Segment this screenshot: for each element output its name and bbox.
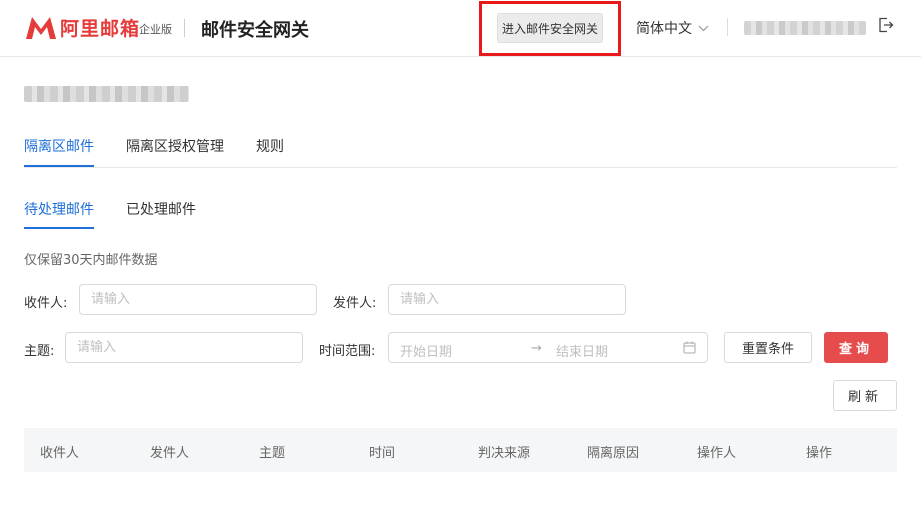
tab-quarantine-authorization[interactable]: 隔离区授权管理 [126, 136, 224, 156]
tab-pending-mail[interactable]: 待处理邮件 [24, 199, 94, 219]
tab-rules[interactable]: 规则 [256, 136, 284, 156]
query-button[interactable]: 查询 [824, 332, 888, 363]
domain-name-redacted [24, 86, 189, 102]
column-header-quarantine-reason: 隔离原因 [587, 446, 640, 461]
start-date-placeholder[interactable]: 开始日期 [400, 341, 452, 360]
logo-m-icon [26, 16, 56, 39]
tab-processed-mail[interactable]: 已处理邮件 [126, 199, 196, 219]
reset-filters-button[interactable]: 重置条件 [724, 332, 812, 363]
brand-logo[interactable]: 阿里邮箱 [24, 14, 140, 41]
chevron-down-icon [698, 25, 709, 31]
end-date-placeholder[interactable]: 结束日期 [556, 341, 608, 360]
refresh-button[interactable]: 刷新 [833, 380, 897, 411]
column-header-recipient: 收件人 [40, 446, 80, 461]
active-tab-indicator [24, 165, 94, 167]
subject-label: 主题: [24, 344, 55, 359]
product-title: 邮件安全网关 [201, 20, 309, 41]
column-header-time: 时间 [369, 446, 396, 461]
language-selector[interactable]: 简体中文 [636, 18, 709, 38]
main-tabs: 隔离区邮件 隔离区授权管理 规则 [24, 122, 897, 168]
header-divider-2 [727, 18, 728, 36]
column-header-verdict-source: 判决来源 [478, 446, 531, 461]
date-range-picker[interactable]: 开始日期 → 结束日期 [388, 332, 708, 363]
column-header-subject: 主题 [259, 446, 286, 461]
sender-label: 发件人: [333, 296, 377, 311]
retention-note: 仅保留30天内邮件数据 [24, 253, 158, 268]
logout-icon[interactable] [878, 17, 894, 33]
sub-tabs: 待处理邮件 已处理邮件 [24, 185, 324, 231]
calendar-icon [683, 341, 696, 354]
enter-gateway-button[interactable]: 进入邮件安全网关 [497, 13, 603, 43]
sender-input[interactable] [388, 284, 626, 315]
range-arrow-icon: → [531, 341, 542, 356]
column-header-operator: 操作人 [697, 446, 737, 461]
time-range-label: 时间范围: [319, 344, 376, 359]
edition-label: 企业版 [139, 23, 172, 36]
recipient-input[interactable] [79, 284, 317, 315]
language-label: 简体中文 [636, 21, 692, 37]
table-header: 收件人 发件人 主题 时间 判决来源 隔离原因 操作人 操作 [24, 428, 897, 472]
recipient-label: 收件人: [24, 296, 68, 311]
column-header-actions: 操作 [806, 446, 833, 461]
account-info-redacted [744, 21, 866, 35]
subject-input[interactable] [65, 332, 303, 363]
brand-name: 阿里邮箱 [60, 18, 141, 40]
column-header-sender: 发件人 [150, 446, 190, 461]
header-divider [184, 19, 185, 37]
top-header: 阿里邮箱 企业版 邮件安全网关 进入邮件安全网关 简体中文 [0, 0, 921, 57]
active-subtab-indicator [24, 227, 94, 229]
tab-quarantine-mail[interactable]: 隔离区邮件 [24, 136, 94, 156]
